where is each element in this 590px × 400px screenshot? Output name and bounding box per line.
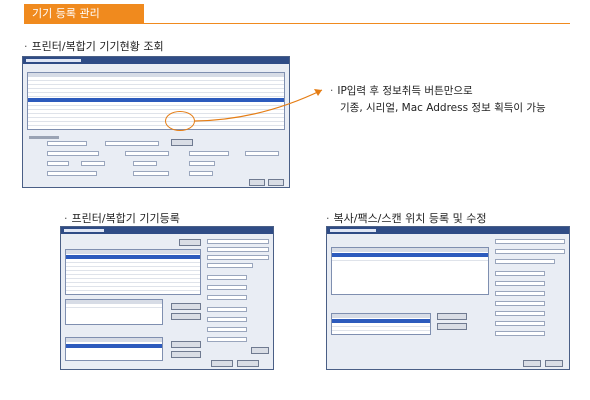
form-field[interactable] [207,263,253,268]
form-field[interactable] [207,285,247,290]
window-caption [61,227,273,234]
list-row[interactable] [66,288,200,291]
modify-button[interactable] [237,360,259,367]
list-header-row [332,248,488,252]
scan-location-window [326,226,570,370]
list-header-row [332,314,430,318]
apply-button[interactable] [251,347,269,354]
search-button[interactable] [179,239,201,246]
form-field[interactable] [207,295,247,300]
device-list [65,249,201,295]
form-field[interactable] [495,239,565,244]
sub-list [331,313,431,335]
assigned-list [65,337,163,361]
section-heading-register-text: 프린터/복합기 기기등록 [71,212,180,225]
form-field[interactable] [495,271,545,276]
device-register-window [60,226,274,370]
sub-list [65,299,163,325]
list-row-selected[interactable] [332,253,488,257]
window-caption [327,227,569,234]
section-heading-scan-text: 복사/팩스/스캔 위치 등록 및 수정 [333,212,487,225]
feature-note: · IP입력 후 정보취득 버튼만으로 기종, 시리얼, Mac Address … [330,83,546,117]
bullet-mark: · [330,85,334,97]
form-field[interactable] [207,275,247,280]
list-row[interactable] [332,328,430,331]
list-row-selected[interactable] [66,255,200,259]
form-field[interactable] [207,337,247,342]
bullet-mark: · [64,212,68,225]
list-row[interactable] [332,324,430,327]
list-row[interactable] [66,284,200,287]
form-field[interactable] [495,281,545,286]
section-heading-register: · 프린터/복합기 기기등록 [64,210,180,226]
list-row[interactable] [332,258,488,261]
remove-button[interactable] [171,313,201,320]
list-row-selected[interactable] [66,344,162,348]
form-field[interactable] [495,249,565,254]
list-row[interactable] [66,280,200,283]
form-field[interactable] [207,307,247,312]
register-button[interactable] [523,360,541,367]
bullet-mark: · [326,212,330,225]
list-row[interactable] [66,272,200,275]
form-field[interactable] [495,331,545,336]
form-field[interactable] [207,247,269,252]
list-header-row [66,250,200,254]
form-field[interactable] [207,239,269,244]
form-field[interactable] [207,255,269,260]
form-field[interactable] [495,291,545,296]
modify-button[interactable] [545,360,563,367]
section-heading-scan: · 복사/팩스/스캔 위치 등록 및 수정 [326,210,486,226]
unassign-button[interactable] [171,351,201,358]
feature-note-line2: 기종, 시리얼, Mac Address 정보 획득이 가능 [340,102,546,114]
list-row[interactable] [66,268,200,271]
list-row[interactable] [66,276,200,279]
location-list [331,247,489,295]
remove-button[interactable] [437,323,467,330]
register-button[interactable] [211,360,233,367]
assign-button[interactable] [171,341,201,348]
add-button[interactable] [171,303,201,310]
feature-note-line1: IP입력 후 정보취득 버튼만으로 [337,85,473,97]
form-field[interactable] [495,259,555,264]
form-field[interactable] [207,317,247,322]
form-field[interactable] [495,321,545,326]
list-header-row [66,300,162,304]
list-row-selected[interactable] [332,319,430,323]
list-row[interactable] [66,264,200,267]
list-row[interactable] [66,260,200,263]
form-field[interactable] [495,301,545,306]
add-button[interactable] [437,313,467,320]
form-field[interactable] [495,311,545,316]
list-row[interactable] [66,305,162,308]
form-field[interactable] [207,327,247,332]
list-header-row [66,338,162,342]
